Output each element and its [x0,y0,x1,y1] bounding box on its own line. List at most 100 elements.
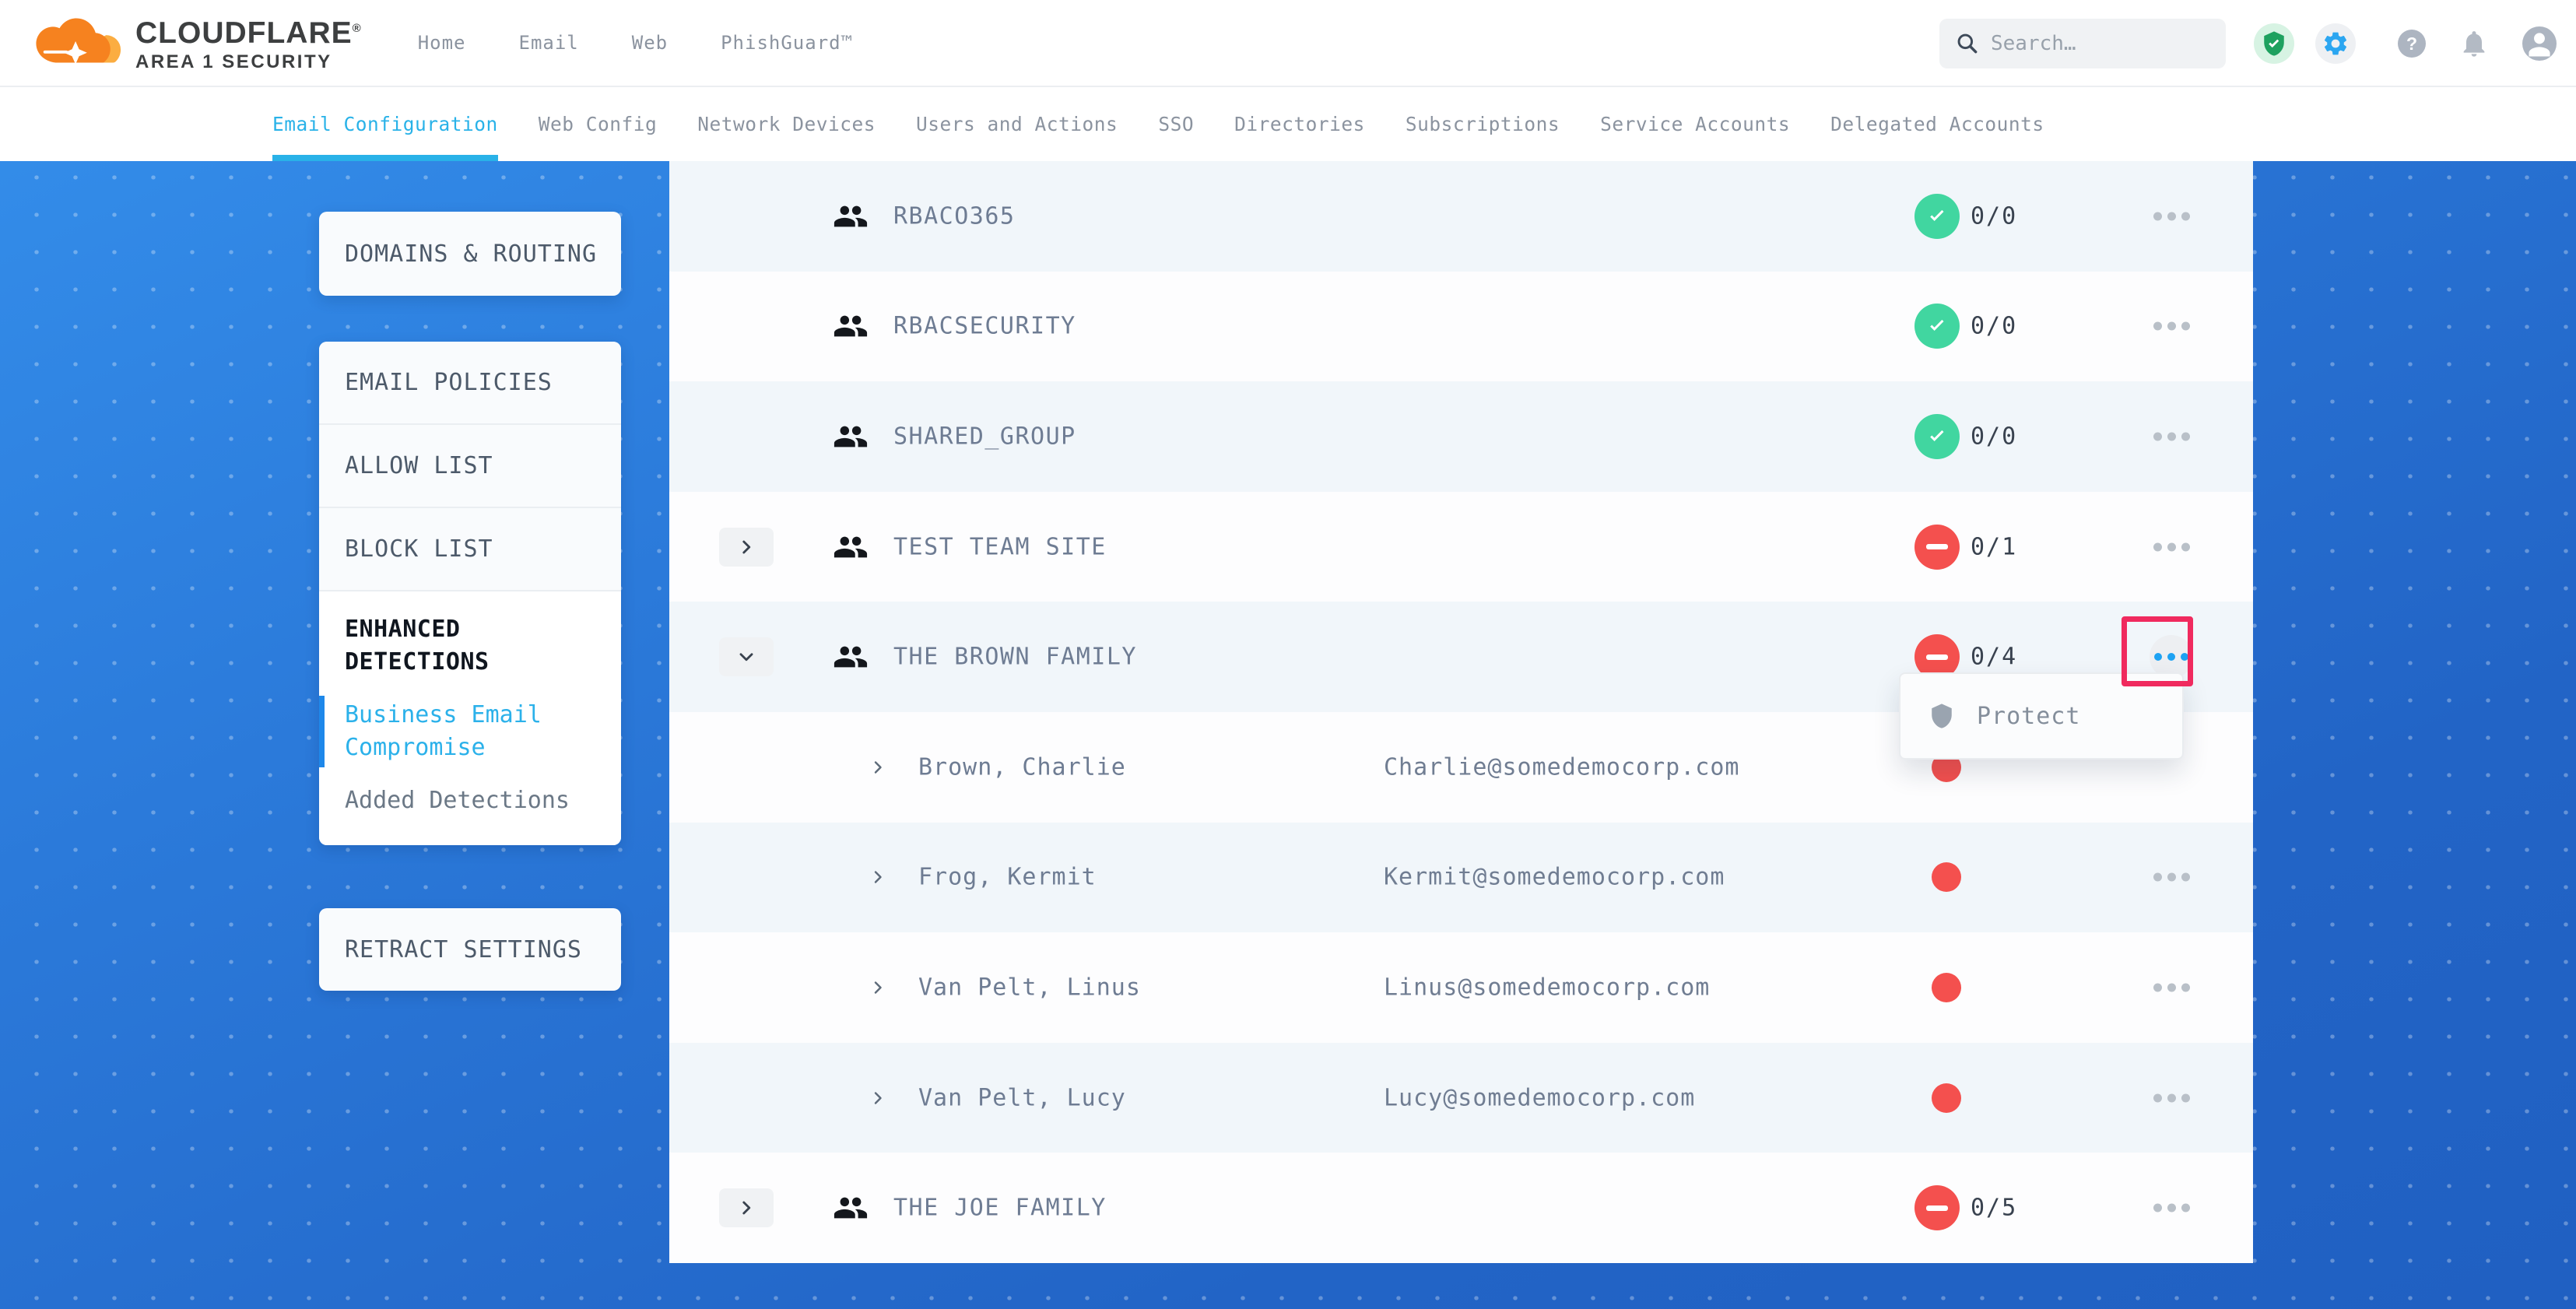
brand[interactable]: CLOUDFLARE® AREA 1 SECURITY [33,12,362,74]
minus-glyph [1926,1205,1948,1211]
help-icon[interactable]: ? [2398,30,2426,58]
user-name: Brown, Charlie [918,753,1126,781]
group-icon [833,1190,869,1226]
user-name: Frog, Kermit [918,864,1097,891]
user-chevron-icon[interactable] [869,978,887,997]
dot [2181,1204,2190,1212]
section-tabs: Email Configuration Web Config Network Dev… [0,87,2576,161]
top-nav-item-email[interactable]: Email [519,32,579,54]
group-name: TEST TEAM SITE [893,533,1107,560]
search-icon [1955,31,1980,56]
sidebar-item-allow-list[interactable]: ALLOW LIST [319,425,621,508]
settings-gear-icon[interactable] [2315,23,2356,64]
sidebar-item-enhanced-detections[interactable]: ENHANCED DETECTIONS [345,613,595,679]
row-actions-menu-button[interactable] [2148,432,2195,440]
protected-count: 0/0 [1971,313,2017,340]
row-actions-menu-button[interactable] [2148,542,2195,551]
tab-delegated-accounts[interactable]: Delegated Accounts [1830,87,2044,161]
sidebar-enhanced-detections-section: ENHANCED DETECTIONS Business Email Compr… [319,591,621,845]
notifications-bell-icon[interactable] [2457,26,2491,61]
table-row-group[interactable]: TEST TEAM SITE 0/1 [669,492,2253,602]
table-row-user[interactable]: Van Pelt, LinusLinus@somedemocorp.com [669,932,2253,1043]
table-row-group[interactable]: RBACSECURITY 0/0 [669,272,2253,382]
dot [2167,653,2175,661]
user-chevron-icon[interactable] [869,1089,887,1107]
dot [2154,653,2162,661]
row-actions-menu-button[interactable] [2148,1204,2195,1212]
user-name: Van Pelt, Lucy [918,1084,1126,1111]
table-row-user[interactable]: Frog, Kermit Kermit@somedemocorp.com [669,823,2253,933]
header-icons: ? [2254,0,2557,87]
tab-subscriptions[interactable]: Subscriptions [1406,87,1560,161]
status-dot [1932,862,1961,892]
dot [2153,1093,2162,1102]
user-email: Kermit@somedemocorp.com [1384,864,1725,891]
search-bar[interactable] [1939,19,2226,68]
dot [2181,212,2190,220]
dot [2167,1093,2176,1102]
group-icon [833,639,869,675]
user-email: Charlie@somedemocorp.com [1384,753,1739,781]
user-email: Linus@somedemocorp.com [1384,974,1710,1001]
tab-network-devices[interactable]: Network Devices [697,87,876,161]
row-actions-menu-button[interactable] [2148,1093,2195,1102]
dot [2167,542,2176,551]
status-check-badge [1914,194,1960,239]
collapse-chevron-button[interactable] [719,637,774,676]
group-name: RBACSECURITY [893,313,1076,340]
group-icon [833,529,869,565]
protected-count: 0/5 [1971,1195,2017,1222]
user-email: Lucy@somedemocorp.com [1384,1084,1695,1111]
expand-chevron-button[interactable] [719,528,774,567]
user-chevron-icon[interactable] [869,868,887,886]
sidebar-item-retract-settings[interactable]: RETRACT SETTINGS [319,908,621,991]
group-icon [833,419,869,454]
tab-email-configuration[interactable]: Email Configuration [272,87,498,161]
row-actions-menu-button[interactable] [2148,873,2195,882]
sidebar-item-added-detections[interactable]: Added Detections [345,784,595,817]
expand-chevron-button[interactable] [719,1188,774,1227]
protected-count: 0/1 [1971,533,2017,560]
table-row-group[interactable]: RBACO3650/0 [669,161,2253,272]
brand-subtitle: AREA 1 SECURITY [135,51,362,74]
top-nav-item-web[interactable]: Web [632,32,668,54]
top-nav-item-home[interactable]: Home [418,32,466,54]
tab-service-accounts[interactable]: Service Accounts [1600,87,1790,161]
minus-glyph [1926,544,1948,549]
security-shield-icon[interactable] [2254,23,2294,64]
row-actions-menu-button[interactable] [2148,322,2195,331]
sidebar-item-business-email-compromise[interactable]: Business Email Compromise [345,699,595,764]
dot [2153,983,2162,991]
account-icon[interactable] [2522,26,2557,61]
menu-item-protect[interactable]: Protect [1977,703,2080,730]
sidebar-item-email-policies[interactable]: EMAIL POLICIES [319,342,621,425]
tab-directories[interactable]: Directories [1234,87,1365,161]
tab-web-config[interactable]: Web Config [539,87,658,161]
dot [2153,873,2162,882]
row-actions-menu-button[interactable] [2148,983,2195,991]
sidebar-item-domains-routing[interactable]: DOMAINS & ROUTING [319,212,621,296]
table-row-user[interactable]: Van Pelt, Lucy Lucy@somedemocorp.com [669,1043,2253,1153]
cloudflare-logo-icon [33,16,125,68]
page: CLOUDFLARE® AREA 1 SECURITY Home Email Web… [0,0,2576,1309]
status-check-badge [1914,414,1960,459]
protected-count: 0/4 [1971,644,2017,671]
table-row-group[interactable]: THE JOE FAMILY0/5 [669,1153,2253,1263]
user-chevron-icon[interactable] [869,758,887,777]
protected-count: 0/0 [1971,202,2017,230]
tab-users-and-actions[interactable]: Users and Actions [916,87,1118,161]
dot [2181,432,2190,440]
sidebar-item-label: RETRACT SETTINGS [319,936,582,963]
row-actions-menu-button[interactable] [2148,653,2195,661]
status-dot [1932,973,1961,1002]
row-actions-menu-button[interactable] [2148,212,2195,220]
sidebar-item-block-list[interactable]: BLOCK LIST [319,508,621,591]
table-row-group[interactable]: SHARED_GROUP0/0 [669,381,2253,492]
search-input[interactable] [1991,32,2193,55]
registered-mark: ® [353,22,362,35]
dot [2167,983,2176,991]
tab-sso[interactable]: SSO [1158,87,1194,161]
dot [2181,1093,2190,1102]
top-nav-item-phishguard[interactable]: PhishGuard™ [721,32,853,54]
dot [2167,212,2176,220]
